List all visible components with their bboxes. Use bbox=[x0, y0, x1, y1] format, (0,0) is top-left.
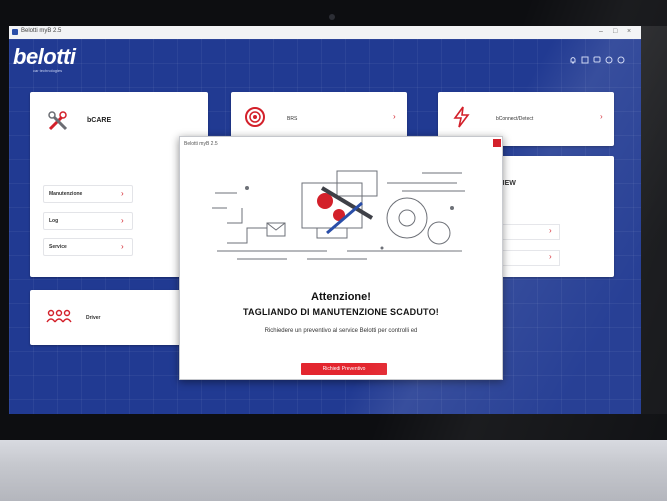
chevron-right-icon: › bbox=[600, 112, 603, 121]
camera bbox=[329, 14, 335, 20]
menu-item-service[interactable]: Service › bbox=[43, 238, 133, 256]
dialog-message: Richiedere un preventivo al service Belo… bbox=[264, 328, 418, 334]
chevron-right-icon: › bbox=[393, 112, 396, 121]
window-titlebar: Belotti myB 2.5 – □ × bbox=[9, 26, 641, 39]
maintenance-illustration bbox=[207, 163, 477, 278]
bell-icon bbox=[570, 57, 576, 64]
driver-label: Driver bbox=[86, 315, 101, 321]
tools-icon bbox=[47, 110, 69, 137]
request-quote-button[interactable]: Richiedi Preventivo bbox=[301, 363, 387, 375]
view-item[interactable]: › bbox=[498, 224, 560, 240]
maximize-button[interactable]: □ bbox=[613, 28, 617, 35]
chevron-right-icon: › bbox=[549, 226, 552, 235]
bcare-title: bCARE bbox=[87, 117, 112, 124]
chevron-right-icon: › bbox=[121, 189, 124, 198]
menu-item-manutenzione[interactable]: Manutenzione › bbox=[43, 185, 133, 203]
gear-icon bbox=[605, 56, 613, 64]
lightning-icon bbox=[452, 106, 472, 133]
window-title: Belotti myB 2.5 bbox=[21, 28, 62, 34]
menu-item-label: Manutenzione bbox=[49, 191, 83, 197]
people-icon bbox=[46, 308, 72, 329]
menu-item-log[interactable]: Log › bbox=[43, 212, 133, 230]
menu-item-label: Service bbox=[49, 244, 67, 250]
connect-label: bConnect/Detect bbox=[496, 116, 534, 122]
user-icon bbox=[617, 56, 625, 64]
chevron-right-icon: › bbox=[549, 252, 552, 261]
brand-tagline: car technologies bbox=[33, 68, 63, 73]
target-icon bbox=[244, 106, 266, 133]
view-item[interactable]: › bbox=[498, 250, 560, 266]
maintenance-alert-dialog: Belotti myB 2.5 Attenzione! TAGLIANDO DI… bbox=[179, 136, 503, 380]
brand-logo[interactable]: belotti bbox=[13, 44, 76, 70]
minimize-button[interactable]: – bbox=[599, 28, 603, 35]
header-icons bbox=[569, 52, 637, 70]
dialog-heading: Attenzione! bbox=[311, 291, 371, 303]
dialog-close-button[interactable] bbox=[493, 139, 501, 147]
dialog-title: Belotti myB 2.5 bbox=[184, 141, 218, 147]
laptop-base bbox=[0, 440, 667, 501]
chevron-right-icon: › bbox=[121, 242, 124, 251]
screen: Belotti myB 2.5 – □ × belotti car techno… bbox=[9, 26, 641, 414]
chat-icon bbox=[593, 56, 601, 63]
list-icon bbox=[581, 56, 589, 64]
brs-label: BRS bbox=[287, 116, 298, 122]
dialog-subheading: TAGLIANDO DI MANUTENZIONE SCADUTO! bbox=[243, 307, 439, 317]
chevron-right-icon: › bbox=[121, 216, 124, 225]
app-icon bbox=[12, 29, 18, 35]
menu-item-label: Log bbox=[49, 218, 59, 224]
close-button[interactable]: × bbox=[627, 28, 631, 35]
